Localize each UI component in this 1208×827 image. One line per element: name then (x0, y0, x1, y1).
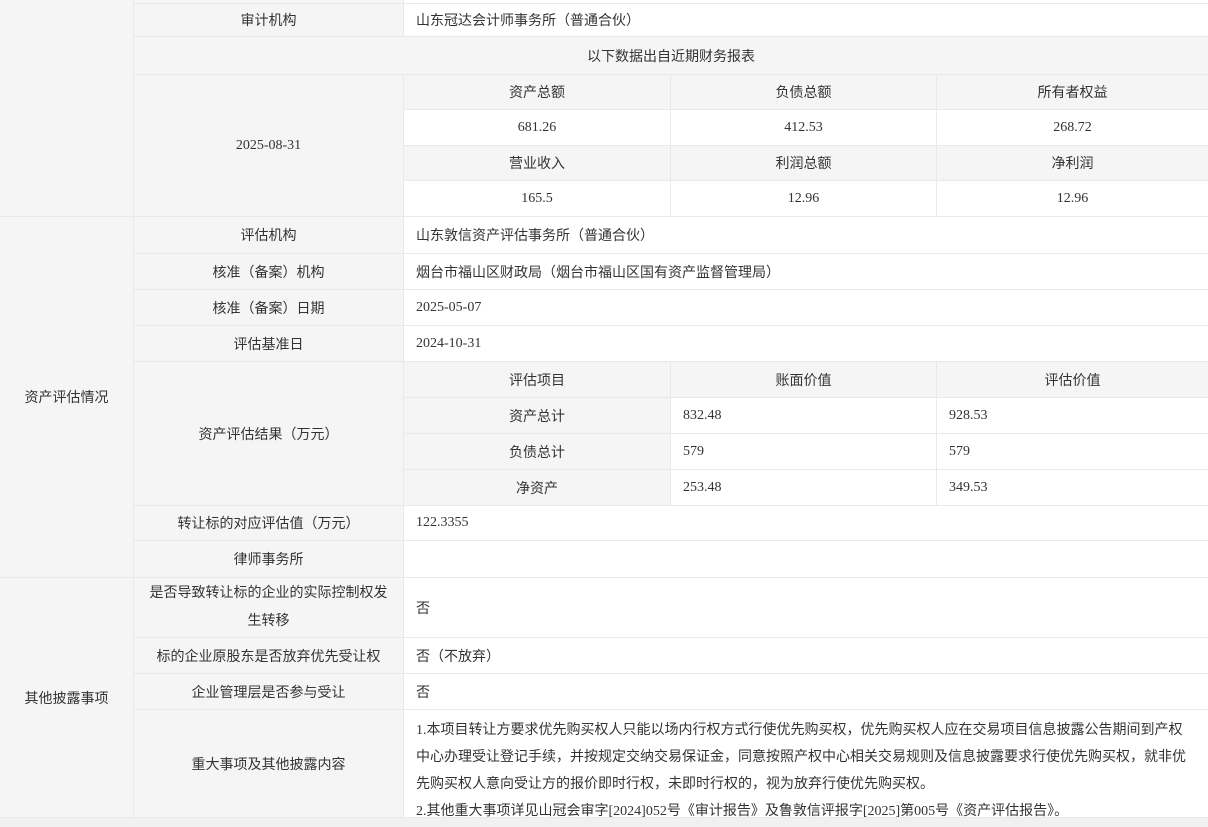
major-matters-paragraph-2: 2.其他重大事项详见山冠会审字[2024]052号《审计报告》及鲁敦信评报字[2… (416, 798, 1196, 818)
section-other-disclosure: 其他披露事项 是否导致转让标的企业的实际控制权发生转移 否 标的企业原股东是否放… (0, 578, 1208, 818)
financials-notice: 以下数据出自近期财务报表 (133, 37, 1208, 75)
control-transfer-label: 是否导致转让标的企业的实际控制权发生转移 (133, 578, 403, 638)
fin-header-total-assets: 资产总额 (403, 75, 670, 110)
section-audit-financials: 审计机构 山东冠达会计师事务所（普通合伙） 以下数据出自近期财务报表 2025-… (0, 0, 1208, 217)
eval-book-total-assets: 832.48 (670, 398, 936, 434)
base-date-label: 评估基准日 (133, 326, 403, 362)
major-matters-paragraph-1: 1.本项目转让方要求优先购买权人只能以场内行权方式行使优先购买权，优先购买权人应… (416, 717, 1196, 798)
statement-date: 2025-08-31 (133, 75, 403, 217)
management-participation-label: 企业管理层是否参与受让 (133, 674, 403, 710)
eval-org-label: 评估机构 (133, 217, 403, 254)
eval-item-total-liabilities: 负债总计 (403, 434, 670, 470)
law-firm-value (403, 541, 1208, 578)
section-label-asset-evaluation: 资产评估情况 (0, 217, 133, 578)
audit-org-label: 审计机构 (133, 4, 403, 37)
eval-header-assessed-value: 评估价值 (936, 362, 1208, 398)
eval-header-item: 评估项目 (403, 362, 670, 398)
eval-item-net-assets: 净资产 (403, 470, 670, 506)
fin-header-net-profit: 净利润 (936, 146, 1208, 181)
base-date-value: 2024-10-31 (403, 326, 1208, 362)
eval-book-total-liabilities: 579 (670, 434, 936, 470)
approval-org-label: 核准（备案）机构 (133, 254, 403, 290)
eval-org-value: 山东敦信资产评估事务所（普通合伙） (403, 217, 1208, 254)
fin-value-net-profit: 12.96 (936, 181, 1208, 217)
eval-item-total-assets: 资产总计 (403, 398, 670, 434)
shareholder-waiver-value: 否（不放弃） (403, 638, 1208, 674)
eval-assessed-total-assets: 928.53 (936, 398, 1208, 434)
approval-date-label: 核准（备案）日期 (133, 290, 403, 326)
eval-assessed-total-liabilities: 579 (936, 434, 1208, 470)
management-participation-value: 否 (403, 674, 1208, 710)
transfer-eval-value-label: 转让标的对应评估值（万元） (133, 506, 403, 541)
section-label-empty (0, 0, 133, 217)
shareholder-waiver-label: 标的企业原股东是否放弃优先受让权 (133, 638, 403, 674)
fin-value-total-profit: 12.96 (670, 181, 936, 217)
major-matters-content: 1.本项目转让方要求优先购买权人只能以场内行权方式行使优先购买权，优先购买权人应… (403, 710, 1208, 818)
disclosure-table: 审计机构 山东冠达会计师事务所（普通合伙） 以下数据出自近期财务报表 2025-… (0, 0, 1208, 827)
page-bottom-strip (0, 818, 1208, 827)
control-transfer-value: 否 (403, 578, 1208, 638)
fin-value-total-assets: 681.26 (403, 110, 670, 146)
approval-org-value: 烟台市福山区财政局（烟台市福山区国有资产监督管理局） (403, 254, 1208, 290)
eval-book-net-assets: 253.48 (670, 470, 936, 506)
section-label-other-disclosure: 其他披露事项 (0, 578, 133, 818)
law-firm-label: 律师事务所 (133, 541, 403, 578)
audit-org-value: 山东冠达会计师事务所（普通合伙） (403, 4, 1208, 37)
eval-header-book-value: 账面价值 (670, 362, 936, 398)
eval-assessed-net-assets: 349.53 (936, 470, 1208, 506)
fin-header-total-liabilities: 负债总额 (670, 75, 936, 110)
fin-value-total-liabilities: 412.53 (670, 110, 936, 146)
fin-header-total-profit: 利润总额 (670, 146, 936, 181)
approval-date-value: 2025-05-07 (403, 290, 1208, 326)
fin-header-owners-equity: 所有者权益 (936, 75, 1208, 110)
fin-value-revenue: 165.5 (403, 181, 670, 217)
major-matters-label: 重大事项及其他披露内容 (133, 710, 403, 818)
eval-result-label: 资产评估结果（万元） (133, 362, 403, 506)
section-asset-evaluation: 资产评估情况 评估机构 山东敦信资产评估事务所（普通合伙） 核准（备案）机构 烟… (0, 217, 1208, 578)
transfer-eval-value: 122.3355 (403, 506, 1208, 541)
fin-header-revenue: 营业收入 (403, 146, 670, 181)
fin-value-owners-equity: 268.72 (936, 110, 1208, 146)
